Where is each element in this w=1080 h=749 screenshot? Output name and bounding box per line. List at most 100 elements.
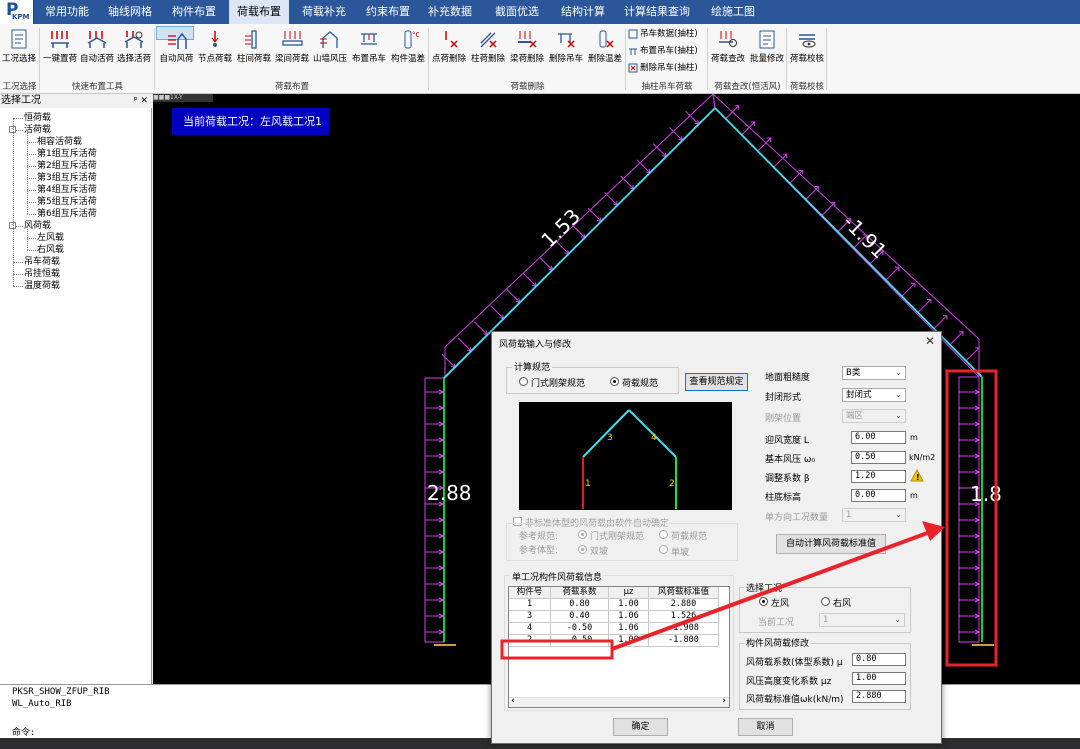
tree-item[interactable]: 第2组互斥活荷 — [37, 160, 97, 172]
delete-column-load-button[interactable]: 柱荷删除 — [469, 26, 507, 76]
spec-radio-load[interactable] — [610, 377, 619, 386]
enclosure-label: 封闭形式 — [765, 393, 802, 403]
app-window: P KPM 常用功能 轴线网格 构件布置 荷载布置 荷载补充 约束布置 补充数据… — [0, 0, 1080, 749]
load-query-button[interactable]: 荷载查改 — [709, 26, 747, 76]
table-cell: 3 — [509, 611, 551, 623]
tree-item[interactable]: 左风载 — [37, 232, 64, 244]
ok-button[interactable]: 确定 — [613, 718, 668, 736]
delete-crane-pumped-button[interactable]: 删除吊车(抽柱) — [628, 61, 698, 76]
menu-member-layout[interactable]: 构件布置 — [166, 0, 222, 24]
table-header-cell: 风荷载标准值 — [649, 587, 719, 599]
tree-item[interactable]: 恒荷载 — [24, 112, 51, 124]
roughness-select[interactable]: B类 ⌄ — [842, 366, 906, 380]
tree-item[interactable]: 吊挂恒载 — [24, 268, 60, 280]
small-button-label: 布置吊车(抽柱) — [640, 46, 698, 56]
scroll-right-icon[interactable]: › — [722, 696, 726, 706]
tree-item[interactable]: 风荷载 — [24, 220, 51, 232]
ref-shape-radio-double[interactable] — [578, 545, 587, 554]
tree-item[interactable]: 第1组互斥活荷 — [37, 148, 97, 160]
current-case-select[interactable]: 1 ⌄ — [819, 613, 905, 627]
node-load-icon — [211, 31, 219, 47]
right-wind-radio[interactable] — [821, 597, 830, 606]
group-label: 荷载校核 — [789, 82, 824, 92]
menu-load-supplement[interactable]: 荷载补充 — [297, 0, 351, 24]
windward-width-input[interactable]: 6.00 — [851, 431, 906, 444]
place-crane-button[interactable]: 布置吊车 — [350, 26, 388, 76]
menu-result-query[interactable]: 计算结果查询 — [622, 0, 692, 24]
place-crane-pumped-button[interactable]: 布置吊车(抽柱) — [628, 44, 698, 59]
panel-title: 选择工况 ᵖ ✕ — [0, 94, 152, 108]
delete-beam-load-button[interactable]: 梁荷删除 — [508, 26, 546, 76]
adjust-coef-input[interactable]: 1.20 — [851, 470, 906, 483]
delete-crane-button[interactable]: 删除吊车 — [547, 26, 585, 76]
ref-shape-radio-single[interactable] — [659, 545, 668, 554]
auto-wind-load-button[interactable]: 自动风荷 — [156, 26, 194, 64]
menu-common[interactable]: 常用功能 — [42, 0, 92, 24]
dialog-close-icon[interactable]: ✕ — [925, 334, 935, 348]
menu-calc[interactable]: 结构计算 — [555, 0, 611, 24]
command-prompt[interactable]: 命令: — [12, 725, 35, 738]
column-base-label: 柱底标高 — [765, 493, 802, 503]
menu-constraint[interactable]: 约束布置 — [362, 0, 414, 24]
tree-item[interactable]: 吊车荷载 — [24, 256, 60, 268]
menu-drawing[interactable]: 绘施工图 — [705, 0, 761, 24]
beam-load-button[interactable]: 梁间荷载 — [273, 26, 311, 76]
delete-temp-button[interactable]: 删除温差 — [586, 26, 624, 76]
delete-point-load-button[interactable]: 点荷删除 — [430, 26, 468, 76]
load-arrow — [965, 347, 980, 362]
table-row[interactable]: 1 0.80 1.00 2.880 — [509, 599, 719, 611]
tree-item[interactable]: 第3组互斥活荷 — [37, 172, 97, 184]
ref-spec-radio-portal[interactable] — [578, 530, 587, 539]
member-info-title: 单工况构件风荷载信息 — [510, 570, 605, 583]
load-check-button[interactable]: 荷载校核 — [788, 26, 826, 76]
menu-load-layout[interactable]: 荷载布置 — [229, 0, 289, 24]
one-click-load-button[interactable]: 一键置荷 — [41, 26, 79, 76]
ref-spec-radio-load[interactable] — [659, 530, 668, 539]
panel-pin-close-icon[interactable]: ᵖ ✕ — [134, 94, 148, 108]
preview-member-2: 2 — [669, 479, 675, 489]
cancel-button[interactable]: 取消 — [738, 718, 793, 736]
auto-calc-wind-button[interactable]: 自动计算风荷载标准值 — [776, 534, 886, 554]
menu-axis-grid[interactable]: 轴线网格 — [104, 0, 156, 24]
view-spec-button[interactable]: 查看规范规定 — [685, 373, 748, 391]
batch-modify-button[interactable]: 批量修改 — [748, 26, 786, 76]
load-arrow — [604, 191, 618, 206]
height-coef-input[interactable]: 1.00 — [852, 672, 906, 685]
left-wind-radio[interactable] — [759, 597, 768, 606]
menu-section-opt[interactable]: 截面优选 — [487, 0, 547, 24]
member-temp-button[interactable]: °C 构件温差 — [389, 26, 427, 76]
case-count-select[interactable]: 1 ⌄ — [842, 508, 906, 522]
basic-pressure-input[interactable]: 0.50 — [851, 451, 906, 464]
gable-wind-button[interactable]: 山墙风压 — [311, 26, 349, 76]
load-arrow — [949, 331, 964, 346]
delete-point-load-icon — [445, 31, 458, 48]
node-load-button[interactable]: 节点荷载 — [196, 26, 234, 76]
spec-radio-portal[interactable] — [519, 377, 528, 386]
tree-line — [27, 178, 36, 179]
table-hscroll[interactable]: ‹ › — [509, 696, 729, 707]
column-base-input[interactable]: 0.00 — [851, 489, 906, 502]
load-case-select-button[interactable]: 工况选择 — [0, 26, 38, 76]
table-row[interactable]: 2 -0.50 1.00 -1.800 — [509, 635, 719, 647]
tree-item[interactable]: 活荷载 — [24, 124, 51, 136]
select-live-load-button[interactable]: 选择活荷 — [115, 26, 153, 76]
tree-item[interactable]: 温度荷载 — [24, 280, 60, 292]
auto-live-load-button[interactable]: 自动活荷 — [78, 26, 116, 76]
std-value-input[interactable]: 2.880 — [852, 690, 906, 703]
table-row[interactable]: 3 0.40 1.06 1.526 — [509, 611, 719, 623]
crane-data-pumped-button[interactable]: 吊车数据(抽柱) — [628, 27, 698, 42]
tree-item[interactable]: 相容活荷载 — [37, 136, 82, 148]
frame-position-select[interactable]: 端区 ⌄ — [842, 409, 906, 423]
coef-input[interactable]: 0.80 — [852, 653, 906, 666]
table-row[interactable]: 4 -0.50 1.06 -1.908 — [509, 623, 719, 635]
enclosure-select[interactable]: 封闭式 ⌄ — [842, 388, 906, 402]
tree-item[interactable]: 第4组互斥活荷 — [37, 184, 97, 196]
scroll-left-icon[interactable]: ‹ — [511, 696, 515, 706]
column-load-button[interactable]: 柱间荷载 — [235, 26, 273, 76]
table-cell: 2 — [509, 635, 551, 647]
tree-item[interactable]: 第5组互斥活荷 — [37, 196, 97, 208]
menu-supplement-data[interactable]: 补充数据 — [424, 0, 476, 24]
tree-item[interactable]: 右风载 — [37, 244, 64, 256]
dialog-title: 风荷载输入与修改 — [499, 340, 572, 350]
tree-item[interactable]: 第6组互斥活荷 — [37, 208, 97, 220]
